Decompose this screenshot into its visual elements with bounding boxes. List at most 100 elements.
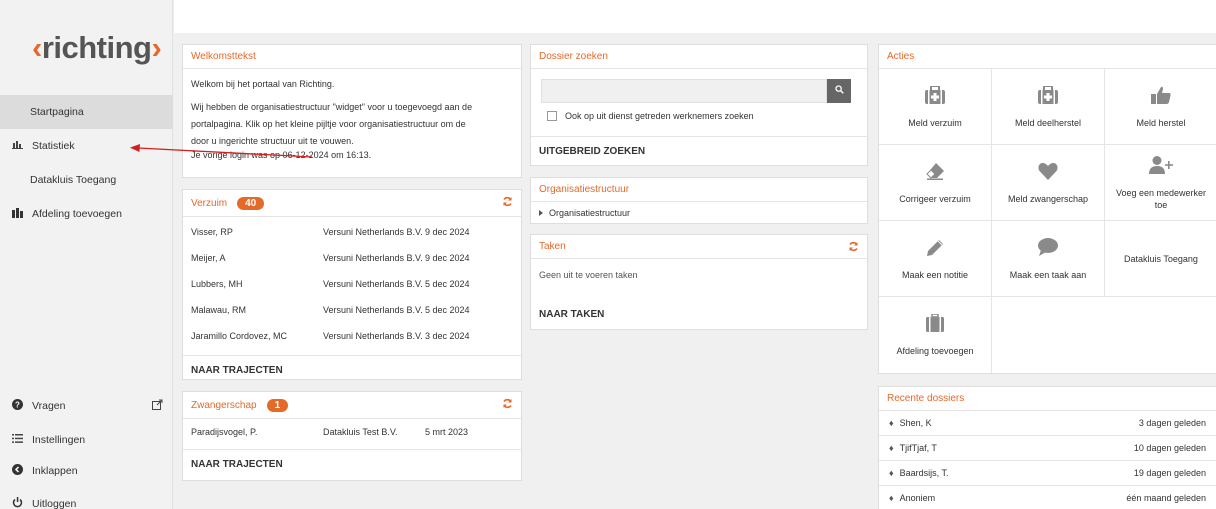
meld-zwangerschap-button[interactable]: Meld zwangerschap (992, 145, 1105, 221)
list-item[interactable]: ♦ Baardsijs, T. 19 dagen geleden (879, 461, 1216, 486)
refresh-icon[interactable] (502, 196, 513, 210)
verzuim-count-badge: 40 (237, 196, 265, 210)
table-row[interactable]: Jaramillo Cordovez, MC Versuni Netherland… (183, 323, 521, 349)
row-name: Visser, RP (191, 227, 233, 237)
person-icon: ♦ (889, 468, 894, 478)
welcome-line: portalpagina. Klik op het kleine pijltje… (191, 119, 466, 129)
heart-icon (1038, 161, 1058, 187)
zwangerschap-panel: Zwangerschap 1 Paradijsvogel, P. Dataklui… (182, 391, 522, 481)
afdeling-toevoegen-button[interactable]: Afdeling toevoegen (879, 297, 992, 373)
row-org: Versuni Netherlands B.V. (323, 227, 423, 237)
medkit-icon (925, 84, 945, 111)
row-date: 9 dec 2024 (425, 253, 470, 263)
caret-right-icon[interactable] (539, 208, 543, 218)
naar-trajecten-link[interactable]: NAAR TRAJECTEN (183, 449, 521, 479)
refresh-icon[interactable] (848, 241, 859, 255)
dossier-zoeken-panel: Dossier zoeken Ook op uit dienst getrede… (530, 44, 868, 166)
zwangerschap-count-badge: 1 (266, 398, 289, 412)
row-org: Versuni Netherlands B.V. (323, 305, 423, 315)
action-label: Meld herstel (1136, 117, 1186, 128)
action-label: Meld verzuim (908, 117, 962, 128)
dossier-name: Anoniem (899, 493, 936, 503)
dossier-title: Dossier zoeken (531, 45, 867, 69)
welcome-line: door u ingerichte structuur uit te vouwe… (191, 136, 354, 146)
sidebar-item-datakluis[interactable]: Datakluis Toegang (0, 163, 173, 197)
medkit-icon (1038, 84, 1058, 111)
sidebar-item-instellingen[interactable]: Instellingen (0, 423, 173, 457)
building-icon (926, 313, 944, 339)
meld-verzuim-button[interactable]: Meld verzuim (879, 69, 992, 145)
verzuim-header: Verzuim 40 (183, 190, 521, 217)
taken-empty-text: Geen uit te voeren taken (539, 270, 638, 280)
logo[interactable]: ‹richting› (32, 30, 162, 66)
external-link-icon[interactable] (152, 399, 163, 413)
checkbox-label[interactable]: Ook op uit dienst getreden werknemers zo… (565, 111, 754, 121)
sidebar-item-vragen[interactable]: ? Vragen (0, 389, 173, 423)
logo-chevron-right: › (151, 30, 162, 65)
search-button[interactable] (827, 79, 851, 103)
dossier-age: 19 dagen geleden (1133, 468, 1206, 478)
dossier-search-input[interactable] (541, 79, 827, 103)
voeg-medewerker-toe-button[interactable]: Voeg een medewerker toe (1105, 145, 1216, 221)
row-name: Paradijsvogel, P. (191, 427, 258, 437)
table-row[interactable]: Lubbers, MH Versuni Netherlands B.V. 5 dec… (183, 271, 521, 297)
corrigeer-verzuim-button[interactable]: Corrigeer verzuim (879, 145, 992, 221)
meld-herstel-button[interactable]: Meld herstel (1105, 69, 1216, 145)
verzuim-panel: Verzuim 40 Visser, RP Versuni Netherlands… (182, 189, 522, 380)
action-label: Afdeling toevoegen (896, 346, 974, 356)
table-row[interactable]: Meijer, A Versuni Netherlands B.V. 9 dec 2… (183, 245, 521, 271)
taken-panel: Taken Geen uit te voeren taken NAAR TAKE… (530, 234, 868, 330)
logo-chevron-left: ‹ (32, 30, 42, 65)
list-item[interactable]: ♦ Shen, K 3 dagen geleden (879, 411, 1216, 436)
dossier-age: 3 dagen geleden (1138, 418, 1206, 428)
table-row[interactable]: Malawau, RM Versuni Netherlands B.V. 5 dec… (183, 297, 521, 323)
last-login-text: Je vorige login was op 06-12-2024 om 16:… (191, 150, 372, 160)
org-title: Organisatiestructuur (531, 178, 867, 202)
naar-trajecten-link[interactable]: NAAR TRAJECTEN (183, 355, 521, 385)
uitgebreid-zoeken-link[interactable]: UITGEBREID ZOEKEN (531, 136, 867, 166)
organisatiestructuur-panel: Organisatiestructuur Organisatiestructuu… (530, 177, 868, 224)
zwangerschap-title[interactable]: Zwangerschap (191, 400, 257, 411)
row-org: Versuni Netherlands B.V. (323, 253, 423, 263)
naar-taken-link[interactable]: NAAR TAKEN (531, 299, 867, 329)
welcome-line: Welkom bij het portaal van Richting. (191, 79, 335, 89)
acties-title: Acties (879, 45, 1216, 69)
datakluis-toegang-button[interactable]: Datakluis Toegang (1105, 221, 1216, 297)
zwangerschap-header: Zwangerschap 1 (183, 392, 521, 419)
row-name: Jaramillo Cordovez, MC (191, 331, 288, 341)
meld-deelherstel-button[interactable]: Meld deelherstel (992, 69, 1105, 145)
comment-icon (1038, 237, 1058, 263)
eraser-icon (925, 161, 945, 187)
sidebar-item-statistiek[interactable]: Statistiek (0, 129, 173, 163)
welcome-line: Wij hebben de organisatiestructuur "widg… (191, 102, 473, 112)
table-row[interactable]: Paradijsvogel, P. Datakluis Test B.V. 5 mr… (183, 419, 521, 445)
row-org: Versuni Netherlands B.V. (323, 331, 423, 341)
top-bar (174, 0, 1216, 33)
maak-taak-button[interactable]: Maak een taak aan (992, 221, 1105, 297)
user-plus-icon (1149, 155, 1173, 181)
sidebar-item-label: Vragen (32, 400, 66, 412)
sidebar-item-startpagina[interactable]: Startpagina (0, 95, 173, 129)
maak-notitie-button[interactable]: Maak een notitie (879, 221, 992, 297)
sidebar-item-label: Uitloggen (32, 498, 77, 509)
dossier-name: Shen, K (899, 418, 932, 428)
row-name: Malawau, RM (191, 305, 247, 315)
sidebar-item-uitloggen[interactable]: Uitloggen (0, 487, 173, 509)
list-item[interactable]: ♦ Anoniem één maand geleden (879, 486, 1216, 509)
table-row[interactable]: Visser, RP Versuni Netherlands B.V. 9 dec … (183, 219, 521, 245)
org-tree-item[interactable]: Organisatiestructuur (531, 202, 867, 223)
sidebar-item-label: Statistiek (32, 140, 75, 152)
recent-title: Recente dossiers (879, 387, 1216, 411)
list-item[interactable]: ♦ TjifTjaf, T 10 dagen geleden (879, 436, 1216, 461)
sidebar-item-label: Instellingen (32, 434, 86, 446)
logo-text: richting (41, 30, 152, 65)
dossier-name: TjifTjaf, T (899, 443, 937, 453)
thumbs-up-icon (1151, 85, 1171, 111)
verzuim-title[interactable]: Verzuim (191, 198, 227, 209)
former-employees-checkbox[interactable] (547, 111, 557, 121)
refresh-icon[interactable] (502, 398, 513, 412)
sidebar-item-label: Startpagina (30, 106, 84, 118)
sidebar-item-afdeling[interactable]: Afdeling toevoegen (0, 197, 173, 231)
dossier-age: één maand geleden (1126, 493, 1206, 503)
sidebar-item-inklappen[interactable]: Inklappen (0, 454, 173, 488)
